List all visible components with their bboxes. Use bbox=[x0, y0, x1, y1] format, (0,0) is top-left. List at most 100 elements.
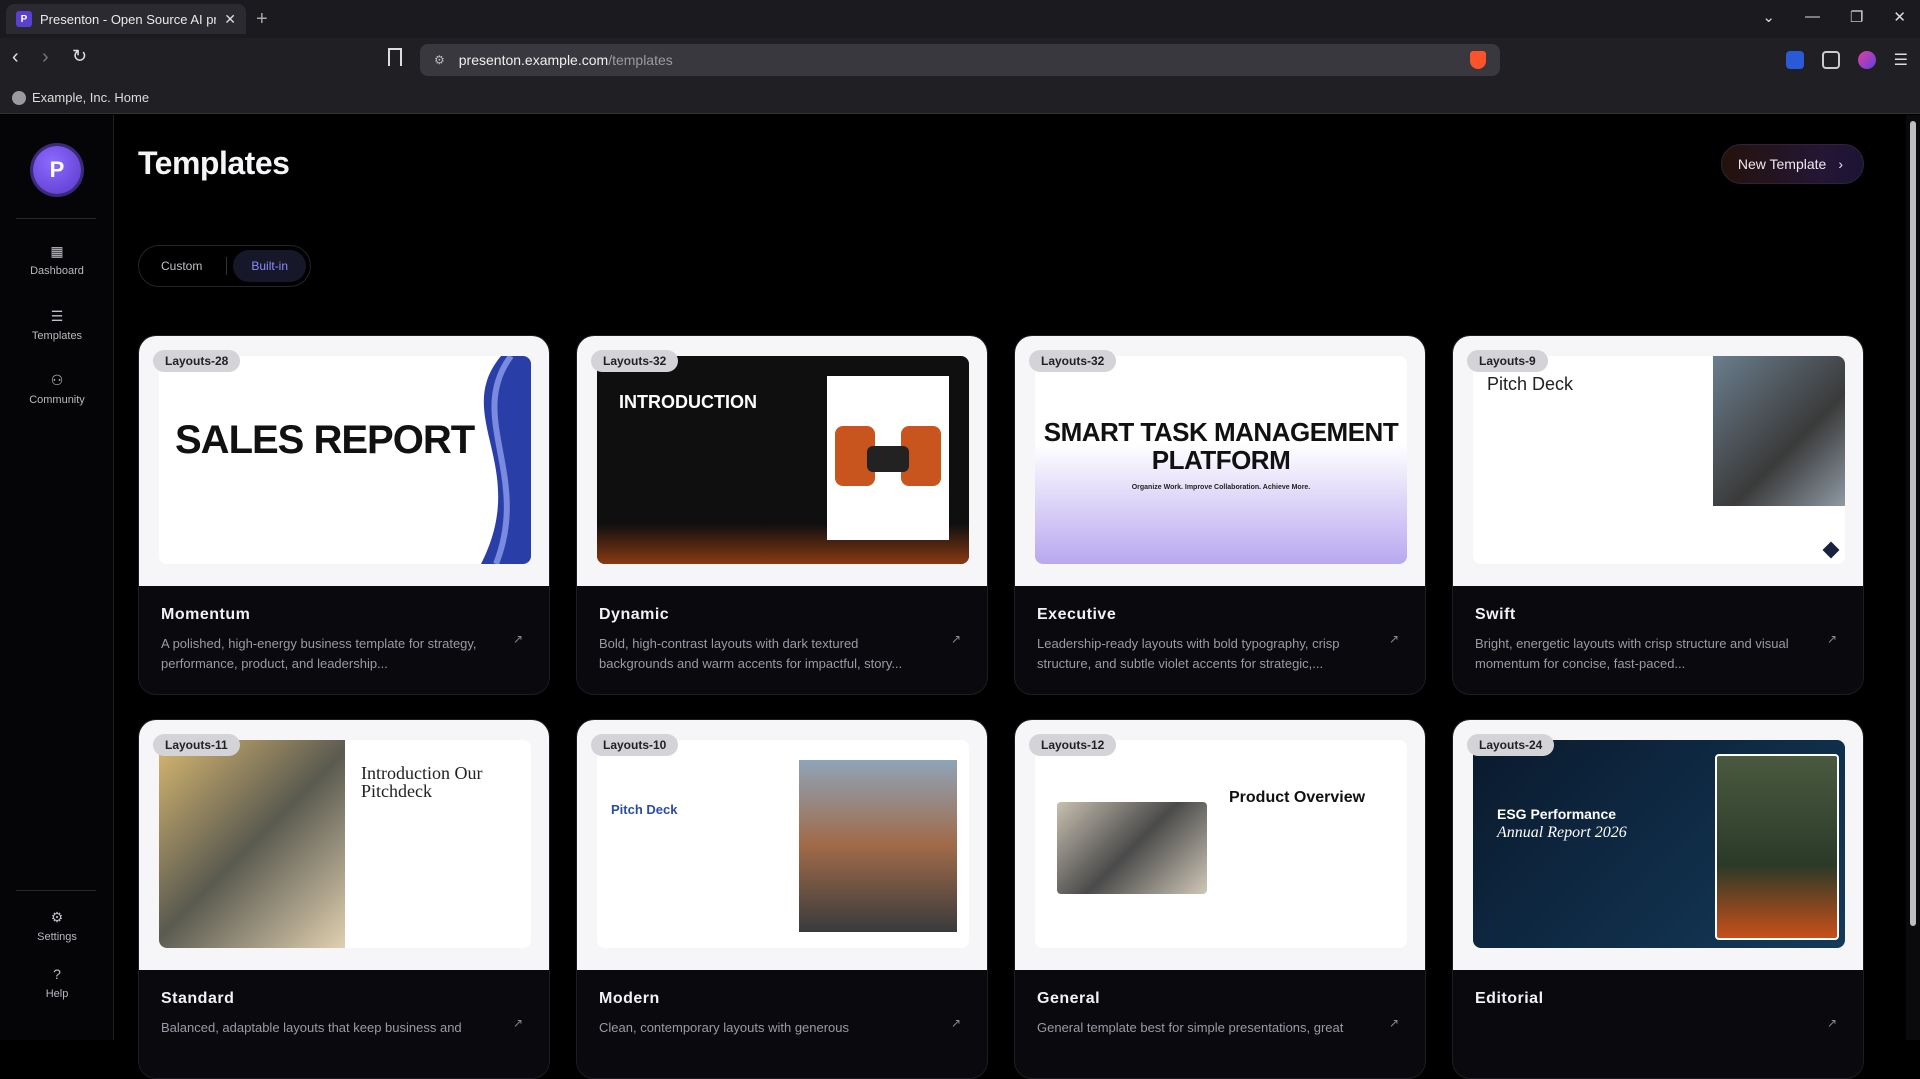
layouts-badge: Layouts-9 bbox=[1467, 350, 1548, 372]
new-template-button[interactable]: New Template › bbox=[1720, 144, 1864, 184]
page-title: Templates bbox=[138, 145, 290, 181]
arrow-up-right-icon[interactable]: ↗ bbox=[951, 1016, 961, 1030]
sidebar-item-help[interactable]: ? Help bbox=[0, 966, 114, 1000]
tab-custom[interactable]: Custom bbox=[143, 250, 220, 282]
presenton-favicon-icon: P bbox=[16, 11, 32, 27]
page-scrollbar[interactable] bbox=[1906, 115, 1920, 1040]
help-circle-icon: ? bbox=[53, 966, 61, 982]
arrow-up-right-icon[interactable]: ↗ bbox=[1827, 632, 1837, 646]
template-card-swift[interactable]: Layouts-9 Pitch Deck Swift Bright, energ… bbox=[1452, 335, 1864, 695]
card-preview: Layouts-10 Pitch Deck bbox=[577, 720, 987, 970]
slide-thumbnail: SMART TASK MANAGEMENT PLATFORM Organize … bbox=[1035, 356, 1407, 564]
card-preview: Layouts-24 ESG Performance Annual Report… bbox=[1453, 720, 1863, 970]
slide-title: Pitch Deck bbox=[1487, 374, 1574, 394]
layouts-badge: Layouts-11 bbox=[153, 734, 240, 756]
arrow-up-right-icon[interactable]: ↗ bbox=[1389, 1016, 1399, 1030]
sidebar-divider bbox=[16, 890, 96, 891]
extensions-area: ☰ bbox=[1785, 50, 1908, 70]
template-card-dynamic[interactable]: Layouts-32 INTRODUCTION Dynamic Bold, hi… bbox=[576, 335, 988, 695]
bookmark-icon[interactable] bbox=[388, 48, 402, 66]
sidebar-divider bbox=[16, 218, 96, 219]
card-preview: Layouts-12 Product Overview bbox=[1015, 720, 1425, 970]
slide-thumbnail: ESG Performance Annual Report 2026 bbox=[1473, 740, 1845, 948]
browser-toolbar: ‹ › ↻ ⚙ presenton.example.com/templates … bbox=[0, 38, 1920, 82]
wallet-icon[interactable] bbox=[1857, 51, 1876, 69]
new-tab-icon[interactable]: + bbox=[256, 8, 268, 31]
template-card-momentum[interactable]: Layouts-28 SALES REPORT Momentum A polis… bbox=[138, 335, 550, 695]
brave-shields-icon[interactable] bbox=[1470, 51, 1486, 69]
arrow-up-right-icon[interactable]: ↗ bbox=[513, 632, 523, 646]
extension-icon[interactable] bbox=[1785, 51, 1804, 69]
template-description: Clean, contemporary layouts with generou… bbox=[599, 1020, 850, 1035]
puzzle-icon[interactable] bbox=[1821, 51, 1840, 69]
slide-title: SMART TASK MANAGEMENT PLATFORM bbox=[1043, 417, 1399, 475]
slide-thumbnail: Introduction Our Pitchdeck bbox=[159, 740, 531, 948]
sidebar-item-community[interactable]: ⚇ Community bbox=[0, 372, 114, 406]
slide-image bbox=[1713, 356, 1845, 506]
template-card-editorial[interactable]: Layouts-24 ESG Performance Annual Report… bbox=[1452, 719, 1864, 1079]
layouts-badge: Layouts-32 bbox=[1029, 350, 1117, 372]
tab-built-in[interactable]: Built-in bbox=[233, 250, 307, 282]
window-controls: ⌄ — ❐ ✕ bbox=[1762, 8, 1906, 26]
sidebar-item-dashboard[interactable]: ▦ Dashboard bbox=[0, 243, 114, 277]
template-description: Bold, high-contrast layouts with dark te… bbox=[599, 636, 903, 671]
slide-subtitle: Organize Work. Improve Collaboration. Ac… bbox=[1131, 484, 1311, 491]
scrollbar-thumb[interactable] bbox=[1910, 121, 1916, 926]
sidebar-item-label: Community bbox=[29, 394, 85, 406]
card-preview: Layouts-32 SMART TASK MANAGEMENT PLATFOR… bbox=[1015, 336, 1425, 586]
close-tab-icon[interactable]: ✕ bbox=[224, 11, 236, 28]
new-template-label: New Template bbox=[1737, 156, 1827, 172]
template-description: Bright, energetic layouts with crisp str… bbox=[1475, 636, 1789, 671]
template-name: Executive bbox=[1037, 606, 1117, 623]
reload-icon[interactable]: ↻ bbox=[72, 46, 87, 67]
browser-tab[interactable]: P Presenton - Open Source AI pre ✕ bbox=[6, 4, 246, 34]
template-source-toggle: Custom Built-in bbox=[138, 245, 312, 287]
sidebar-item-label: Help bbox=[45, 988, 69, 1000]
sidebar-item-label: Dashboard bbox=[30, 265, 84, 277]
slide-title: Pitch Deck bbox=[611, 802, 678, 817]
template-name: Dynamic bbox=[599, 606, 670, 623]
sidebar-item-settings[interactable]: ⚙ Settings bbox=[0, 909, 114, 943]
template-card-executive[interactable]: Layouts-32 SMART TASK MANAGEMENT PLATFOR… bbox=[1014, 335, 1426, 695]
slide-title: ESG Performance bbox=[1497, 806, 1617, 822]
template-name: Standard bbox=[161, 990, 235, 1007]
divider bbox=[226, 257, 228, 275]
layouts-badge: Layouts-24 bbox=[1467, 734, 1555, 756]
tab-title: Presenton - Open Source AI pre bbox=[40, 11, 217, 27]
slide-thumbnail: Product Overview bbox=[1035, 740, 1407, 948]
forward-icon[interactable]: › bbox=[42, 46, 49, 69]
arrow-up-right-icon[interactable]: ↗ bbox=[1827, 1016, 1837, 1030]
arrow-up-right-icon[interactable]: ↗ bbox=[1389, 632, 1399, 646]
slide-title: Introduction Our Pitchdeck bbox=[361, 763, 483, 801]
template-card-modern[interactable]: Layouts-10 Pitch Deck Modern Clean, cont… bbox=[576, 719, 988, 1079]
slide-subtitle: Annual Report 2026 bbox=[1497, 824, 1627, 841]
template-description: Balanced, adaptable layouts that keep bu… bbox=[161, 1020, 462, 1035]
restore-icon[interactable]: ❐ bbox=[1850, 8, 1863, 26]
slide-image bbox=[827, 376, 949, 540]
wave-graphic bbox=[481, 356, 531, 564]
app: P ▦ Dashboard ☰ Templates ⚇ Community ⚙ … bbox=[0, 115, 1920, 1079]
tab-search-icon[interactable]: ⌄ bbox=[1762, 8, 1775, 26]
presenton-logo[interactable]: P bbox=[33, 146, 81, 194]
sidebar-item-label: Templates bbox=[31, 330, 83, 342]
arrow-up-right-icon[interactable]: ↗ bbox=[951, 632, 961, 646]
chevron-right-icon: › bbox=[1838, 156, 1843, 172]
bookmark-item[interactable]: Example, Inc. Home bbox=[32, 90, 149, 105]
globe-icon bbox=[12, 90, 26, 105]
template-description: General template best for simple present… bbox=[1037, 1020, 1344, 1035]
arrow-up-right-icon[interactable]: ↗ bbox=[513, 1016, 523, 1030]
sidebar-item-templates[interactable]: ☰ Templates bbox=[0, 308, 114, 342]
template-card-general[interactable]: Layouts-12 Product Overview General Gene… bbox=[1014, 719, 1426, 1079]
card-preview: Layouts-9 Pitch Deck bbox=[1453, 336, 1863, 586]
browser-tabbar: P Presenton - Open Source AI pre ✕ + ⌄ —… bbox=[0, 0, 1920, 38]
close-window-icon[interactable]: ✕ bbox=[1893, 8, 1906, 26]
back-icon[interactable]: ‹ bbox=[12, 46, 19, 69]
template-card-standard[interactable]: Layouts-11 Introduction Our Pitchdeck St… bbox=[138, 719, 550, 1079]
minimize-icon[interactable]: — bbox=[1805, 8, 1820, 26]
template-name: Modern bbox=[599, 990, 660, 1007]
menu-icon[interactable]: ☰ bbox=[1894, 50, 1908, 70]
card-preview: Layouts-28 SALES REPORT bbox=[139, 336, 549, 586]
site-settings-icon[interactable]: ⚙ bbox=[434, 53, 445, 67]
address-bar[interactable]: ⚙ presenton.example.com/templates bbox=[420, 44, 1500, 76]
sidebar-item-label: Settings bbox=[37, 931, 77, 943]
